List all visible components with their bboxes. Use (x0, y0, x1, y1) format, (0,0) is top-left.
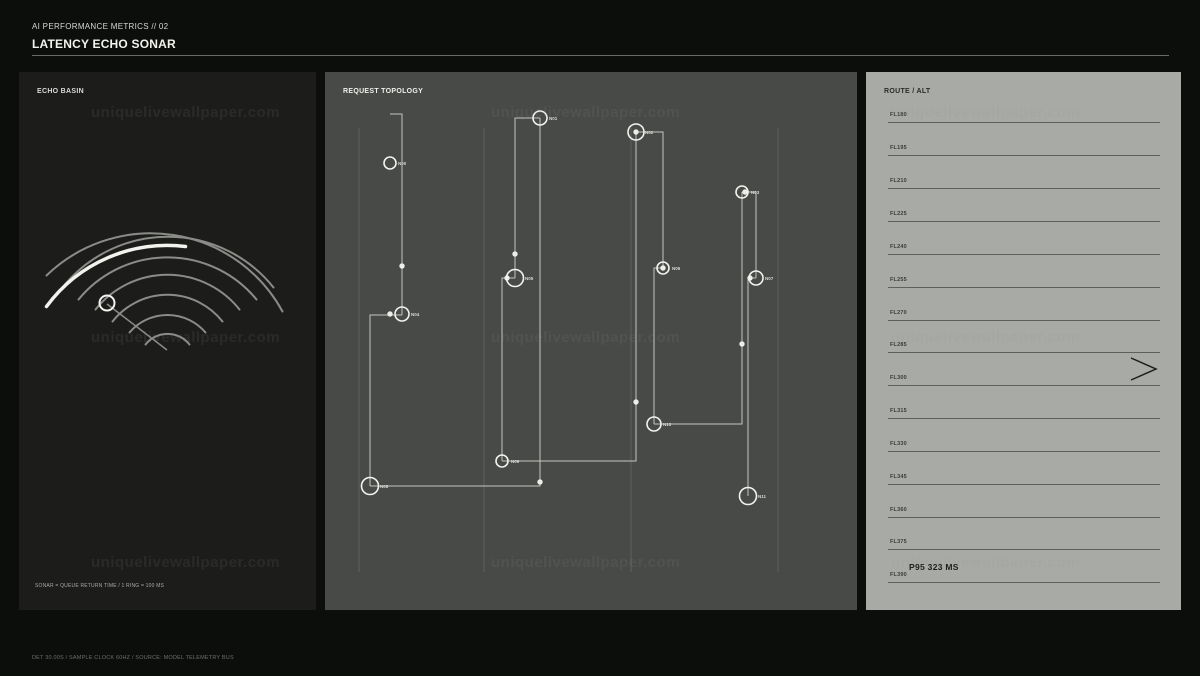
edge-midpoint (633, 129, 639, 135)
altitude-rule (888, 582, 1160, 583)
altitude-label: FL390 (890, 572, 907, 578)
edge-midpoint (633, 399, 639, 405)
altitude-label: FL240 (890, 244, 907, 250)
p95-latency-readout: P95 323 MS (909, 562, 959, 572)
altitude-label: FL255 (890, 277, 907, 283)
page-title: LATENCY ECHO SONAR (32, 37, 176, 51)
altitude-rule (888, 352, 1160, 353)
altitude-label: FL300 (890, 375, 907, 381)
edge (654, 192, 743, 425)
edge-midpoint (399, 263, 405, 269)
node-label: N06 (672, 266, 681, 271)
node-label: N02 (645, 130, 654, 135)
edge (501, 277, 515, 461)
edge-midpoint (739, 341, 745, 347)
request-topology-panel: REQUEST TOPOLOGY N00 N01 N02 N03 N04 N05… (325, 72, 857, 610)
edge (502, 132, 637, 462)
edge (369, 314, 402, 486)
altitude-rule (888, 122, 1160, 123)
route-altitude-title: ROUTE / ALT (884, 88, 931, 95)
header-kicker: AI PERFORMANCE METRICS // 02 (32, 22, 169, 31)
edge (636, 131, 664, 268)
edge-midpoint (512, 251, 518, 257)
altitude-rule (888, 517, 1160, 518)
altitude-rule (888, 320, 1160, 321)
node-label: N11 (758, 494, 767, 499)
altitude-rule (888, 188, 1160, 189)
edge-midpoint (387, 311, 393, 317)
node-label: N03 (751, 190, 760, 195)
sonar-needle (106, 303, 168, 351)
edge (514, 117, 540, 278)
altitude-rule (888, 484, 1160, 485)
node-label: N08 (380, 484, 389, 489)
altitude-label: FL360 (890, 507, 907, 513)
altitude-rule (888, 451, 1160, 452)
altitude-label: FL210 (890, 178, 907, 184)
edge (390, 113, 403, 315)
node-label: N10 (663, 422, 672, 427)
route-altitude-panel: ROUTE / ALT FL180 FL195 FL210 FL225 FL24… (866, 72, 1181, 610)
sonar-ring-3 (111, 293, 224, 323)
node-label: N01 (549, 116, 558, 121)
altitude-rule (888, 418, 1160, 419)
altitude-label: FL180 (890, 112, 907, 118)
topology-graph: N00 N01 N02 N03 N04 N05 N06 N07 N08 N09 … (358, 110, 779, 572)
node-label: N00 (398, 161, 407, 166)
echo-basin-caption: SONAR = QUEUE RETURN TIME / 1 RING = 100… (35, 583, 165, 589)
altitude-rule (888, 254, 1160, 255)
node-n00 (383, 156, 397, 170)
sonar-sweep-arc (44, 243, 188, 309)
current-altitude-marker-icon (1130, 357, 1158, 381)
header-divider (32, 55, 1169, 56)
node-label: N05 (525, 276, 534, 281)
altitude-rule (888, 221, 1160, 222)
altitude-label: FL375 (890, 539, 907, 545)
altitude-rule (888, 155, 1160, 156)
altitude-label: FL195 (890, 145, 907, 151)
edge (653, 267, 663, 424)
node-label: N07 (765, 276, 774, 281)
altitude-label: FL345 (890, 474, 907, 480)
node-label: N09 (511, 459, 520, 464)
altitude-label: FL285 (890, 342, 907, 348)
edge-midpoint (537, 479, 543, 485)
altitude-label: FL225 (890, 211, 907, 217)
altitude-rule (888, 385, 1160, 386)
sonar-ring-5 (77, 256, 258, 301)
edge-midpoint (660, 265, 666, 271)
altitude-label: FL270 (890, 310, 907, 316)
sonar-graphic (44, 232, 284, 351)
altitude-label: FL330 (890, 441, 907, 447)
echo-basin-panel: ECHO BASIN SONAR = QUEUE RETURN TIME / 1… (19, 72, 316, 610)
edge (747, 277, 756, 496)
footer-status: DET 30.00S / SAMPLE CLOCK 60HZ / SOURCE:… (32, 655, 234, 661)
altitude-rule (888, 287, 1160, 288)
node-label: N04 (411, 312, 420, 317)
altitude-rule (888, 549, 1160, 550)
altitude-label: FL315 (890, 408, 907, 414)
sonar-ring-4 (94, 273, 241, 311)
edge (742, 191, 757, 278)
